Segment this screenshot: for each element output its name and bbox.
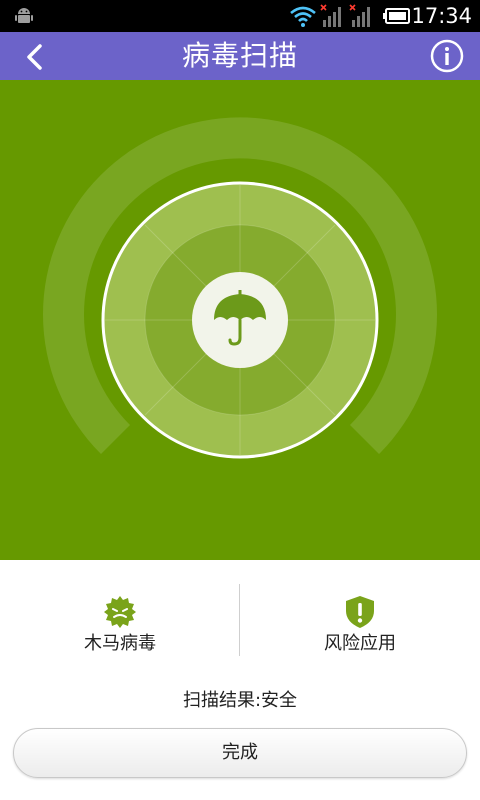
signal-no-service-icon — [320, 4, 346, 32]
wifi-icon — [289, 4, 317, 32]
scan-visualization — [0, 80, 480, 560]
scan-stats: 木马病毒 风险应用 — [0, 560, 480, 670]
shield-alert-icon — [342, 594, 378, 630]
info-button[interactable] — [430, 39, 464, 73]
stat-label: 风险应用 — [324, 633, 396, 654]
stat-trojan[interactable]: 木马病毒 — [0, 560, 240, 670]
battery-icon — [383, 8, 411, 28]
signal-no-service-icon — [349, 4, 375, 32]
done-button[interactable]: 完成 — [13, 728, 467, 778]
stat-label: 木马病毒 — [84, 633, 156, 654]
app-header: 病毒扫描 — [0, 32, 480, 80]
android-icon — [14, 6, 34, 30]
stat-risky-apps[interactable]: 风险应用 — [240, 560, 480, 670]
virus-icon — [102, 594, 138, 630]
scan-result-text: 扫描结果:安全 — [182, 690, 298, 711]
page-title: 病毒扫描 — [181, 39, 298, 72]
status-bar: 17:34 — [0, 0, 480, 32]
clock: 17:34 — [411, 4, 472, 28]
info-icon — [430, 39, 464, 73]
